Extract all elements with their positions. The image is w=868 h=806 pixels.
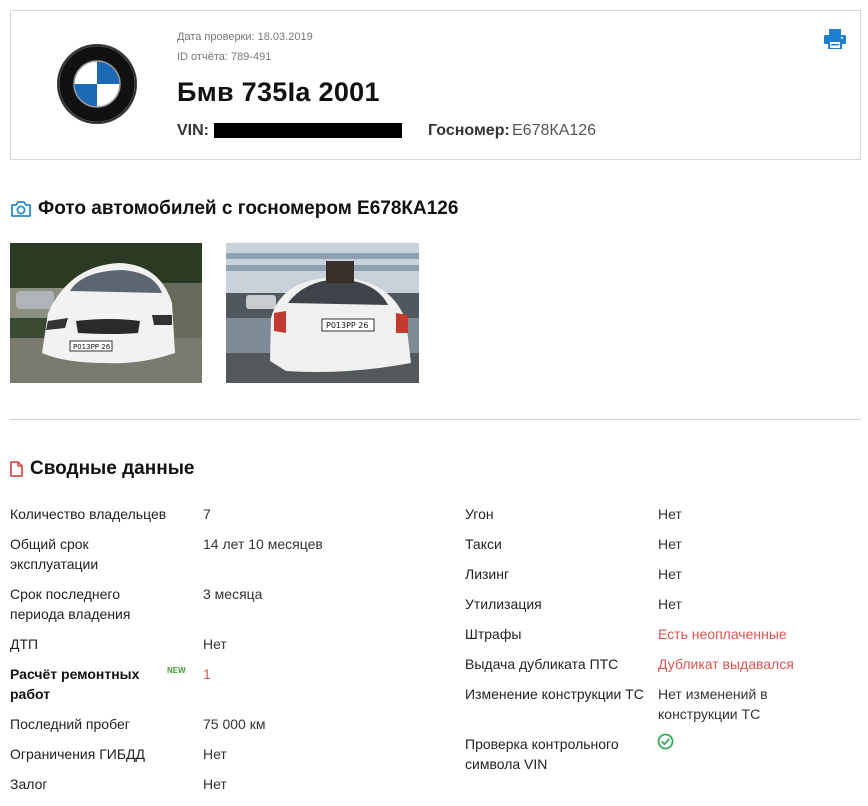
vin-redaction [214,123,402,138]
summary-label-construction-change: Изменение конструкции ТС [465,686,644,702]
summary-value-mileage: 75 000 км [203,716,266,732]
summary-label-gibdd-restrictions: Ограничения ГИБДД [10,746,146,762]
summary-value-pledge: Нет [203,776,227,792]
document-icon [10,461,23,477]
summary-value-leasing: Нет [658,566,682,582]
check-date: Дата проверки: 18.03.2019 [177,31,313,43]
summary-value-repair-calc[interactable]: 1 [203,664,211,684]
summary-value-pts-duplicate[interactable]: Дубликат выдавался [658,654,794,674]
summary-label-accidents: ДТП [10,636,39,652]
car-photo[interactable]: Р013РР 26 [10,243,202,383]
summary-label-repair-calc[interactable]: Расчёт ремонтных работ [10,664,160,704]
summary-value-gibdd-restrictions: Нет [203,746,227,762]
summary-value-construction-change: Нет изменений в конструкции ТС [658,686,768,722]
summary-label-recycling: Утилизация [465,596,542,612]
photos-section-title: Фото автомобилей с госномером Е678КА126 [38,198,459,219]
summary-label-leasing: Лизинг [465,566,510,582]
car-photo[interactable]: Р013РР 26 [226,243,419,383]
camera-icon [10,200,32,218]
plate-label: Госномер: [428,122,510,139]
report-id: ID отчёта: 789-491 [177,51,272,63]
summary-label-pts-duplicate: Выдача дубликата ПТС [465,656,619,672]
summary-value-last-ownership: 3 месяца [203,586,263,602]
license-plate: Р013РР 26 [73,343,111,351]
plate-value: Е678КА126 [512,122,597,139]
summary-label-theft: Угон [465,506,494,522]
summary-label-owners-count: Количество владельцев [10,506,167,522]
summary-value-theft: Нет [658,506,682,522]
summary-label-service-life: Общий срок эксплуатации [10,536,99,572]
bmw-logo [57,44,137,124]
new-badge: NEW [167,666,186,675]
vin-label: VIN: [177,122,209,139]
section-divider [10,419,861,420]
summary-label-fines: Штрафы [465,626,522,642]
summary-label-vin-check: Проверка контрольного символа VIN [465,736,619,772]
summary-value-owners-count: 7 [203,506,211,522]
summary-label-last-ownership: Срок последнего периода владения [10,586,131,622]
car-title: Бмв 735Ia 2001 [177,77,380,107]
printer-icon[interactable] [824,29,846,50]
summary-value-fines[interactable]: Есть неоплаченные [658,624,787,644]
summary-value-taxi: Нет [658,536,682,552]
summary-value-service-life: 14 лет 10 месяцев [203,536,323,552]
summary-label-pledge: Залог [10,776,48,792]
summary-section-title: Сводные данные [30,458,195,479]
summary-label-mileage: Последний пробег [10,716,130,732]
report-header-card: Дата проверки: 18.03.2019 ID отчёта: 789… [10,10,861,160]
license-plate: Р013РР 26 [326,321,368,330]
check-circle-icon [657,733,674,750]
summary-label-taxi: Такси [465,536,502,552]
summary-value-recycling: Нет [658,596,682,612]
summary-value-accidents: Нет [203,636,227,652]
